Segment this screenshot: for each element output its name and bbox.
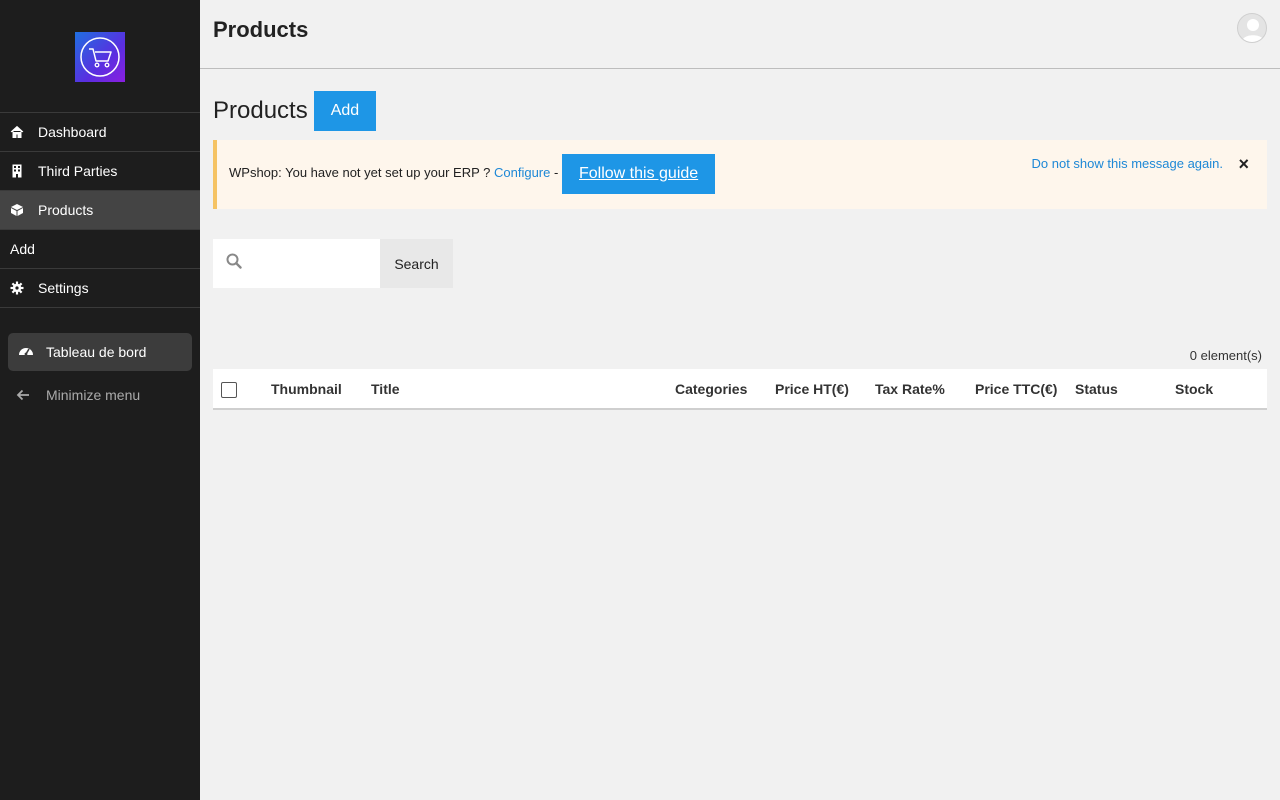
column-header-categories[interactable]: Categories [675,381,747,397]
erp-notice: WPshop: You have not yet set up your ERP… [213,140,1267,209]
dismiss-message-link[interactable]: Do not show this message again. [1032,156,1224,171]
follow-guide-button[interactable]: Follow this guide [562,154,716,194]
products-table-header: Thumbnail Title Categories Price HT(€) T… [213,369,1267,410]
search-input[interactable] [250,248,370,279]
box-icon [10,203,24,217]
sidebar-item-settings[interactable]: Settings [0,269,200,308]
element-count: 0 element(s) [1189,348,1262,363]
configure-link[interactable]: Configure [494,165,550,180]
gauge-icon [18,344,34,360]
column-header-status[interactable]: Status [1075,381,1118,397]
column-header-thumbnail[interactable]: Thumbnail [271,381,342,397]
column-header-title[interactable]: Title [371,381,400,397]
tableau-de-bord-button[interactable]: Tableau de bord [8,333,192,371]
notice-text: WPshop: You have not yet set up your ERP… [229,165,494,180]
close-icon[interactable]: × [1238,154,1249,175]
header-title: Products [213,17,309,42]
gear-icon [10,281,24,295]
avatar[interactable] [1237,13,1267,43]
tableau-de-bord-label: Tableau de bord [46,344,147,360]
minimize-menu-button[interactable]: Minimize menu [16,387,140,403]
arrow-left-icon [16,388,30,402]
sidebar-item-label: Dashboard [38,124,107,140]
search-field [213,239,380,288]
column-header-price-ttc[interactable]: Price TTC(€) [975,381,1057,397]
search-button[interactable]: Search [380,239,453,288]
page-heading-row: Products Add [213,91,377,131]
top-header: Products [200,0,1280,69]
sidebar-item-label: Products [38,202,94,218]
home-icon [10,125,24,139]
sidebar-item-label: Third Parties [38,163,118,179]
sidebar-item-third-parties[interactable]: Third Parties [0,152,200,191]
sidebar-item-label: Add [10,241,35,257]
sidebar-item-add[interactable]: Add [0,230,200,269]
column-header-stock[interactable]: Stock [1175,381,1213,397]
column-header-price-ht[interactable]: Price HT(€) [775,381,849,397]
add-product-button[interactable]: Add [313,91,377,131]
building-icon [10,164,24,178]
sidebar: Dashboard Third Parties Products Add Set… [0,0,200,800]
search-icon [226,253,242,274]
sidebar-item-dashboard[interactable]: Dashboard [0,113,200,152]
notice-message: WPshop: You have not yet set up your ERP… [229,165,558,180]
column-header-tax-rate[interactable]: Tax Rate% [875,381,945,397]
page-title: Products [213,97,308,124]
notice-separator: - [550,165,559,180]
sidebar-item-label: Settings [38,280,89,296]
select-all-checkbox[interactable] [221,382,237,398]
minimize-menu-label: Minimize menu [46,387,141,403]
shopping-cart-icon[interactable] [75,32,125,82]
logo-area [0,0,200,113]
sidebar-item-products[interactable]: Products [0,191,200,230]
